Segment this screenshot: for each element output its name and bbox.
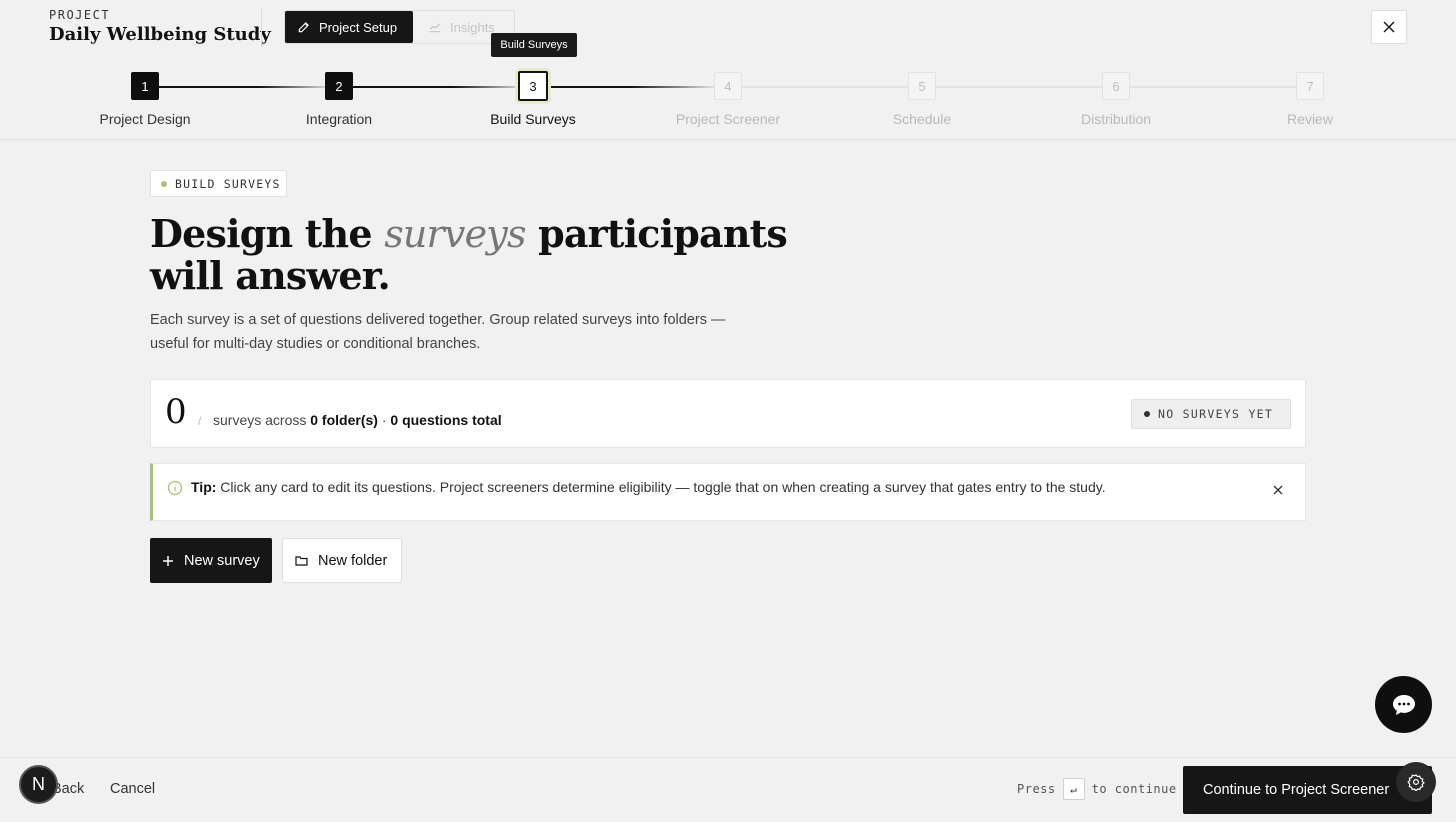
status-badge: NO SURVEYS YET xyxy=(1131,399,1291,429)
close-icon xyxy=(1383,21,1395,33)
info-icon xyxy=(167,480,183,496)
stats-separator: / xyxy=(198,414,202,428)
step-5-marker[interactable]: 5 xyxy=(908,72,936,100)
step-connector xyxy=(936,86,1102,88)
tip-text: Tip: Click any card to edit its question… xyxy=(191,479,1106,495)
progress-stepper: 1 2 3 4 5 6 7 Project Design Integration… xyxy=(0,56,1456,140)
step-2-label[interactable]: Integration xyxy=(306,111,372,127)
enter-key-icon: ↵ xyxy=(1062,778,1085,800)
continue-button[interactable]: Continue to Project Screener xyxy=(1183,766,1432,814)
chat-button[interactable] xyxy=(1375,676,1432,733)
project-label: PROJECT xyxy=(49,8,111,22)
tab-project-setup-label: Project Setup xyxy=(319,19,398,35)
step-4-marker[interactable]: 4 xyxy=(714,72,742,100)
section-badge-label: BUILD SURVEYS xyxy=(175,176,281,191)
step-7-marker[interactable]: 7 xyxy=(1296,72,1324,100)
keyboard-hint: Press ↵ to continue xyxy=(1017,778,1177,800)
step-5-label[interactable]: Schedule xyxy=(893,111,951,127)
tab-insights-label: Insights xyxy=(450,19,495,35)
step-6-marker[interactable]: 6 xyxy=(1102,72,1130,100)
status-badge-label: NO SURVEYS YET xyxy=(1158,407,1274,421)
tab-project-setup[interactable]: Project Setup xyxy=(285,11,413,43)
stats-summary: surveys across 0 folder(s) · 0 questions… xyxy=(213,412,502,428)
pencil-icon xyxy=(298,22,309,33)
step-6-label[interactable]: Distribution xyxy=(1081,111,1151,127)
plus-icon xyxy=(163,555,173,566)
stats-sep: · xyxy=(377,412,391,428)
page-title: Design the surveys participants will ans… xyxy=(150,213,850,297)
tip-body: Click any card to edit its questions. Pr… xyxy=(216,479,1106,495)
stats-summary-pre: surveys across xyxy=(213,412,311,428)
cancel-button[interactable]: Cancel xyxy=(110,781,155,797)
status-dot xyxy=(161,180,167,187)
project-title: Daily Wellbeing Study xyxy=(49,24,271,45)
tab-insights[interactable]: Insights xyxy=(428,11,495,43)
page-title-pre: Design the xyxy=(150,211,385,256)
new-folder-button[interactable]: New folder xyxy=(282,538,402,583)
step-7-label[interactable]: Review xyxy=(1287,111,1333,127)
step-connector xyxy=(353,86,519,88)
top-header: PROJECT Daily Wellbeing Study Project Se… xyxy=(0,0,1456,57)
settings-button[interactable] xyxy=(1396,762,1436,802)
step-tooltip: Build Surveys xyxy=(491,33,577,57)
tip-label: Tip: xyxy=(191,479,217,495)
status-dot xyxy=(1144,411,1150,417)
new-folder-label: New folder xyxy=(318,552,388,569)
step-3-marker[interactable]: 3 xyxy=(518,71,548,101)
stats-folders: 0 folder(s) xyxy=(310,412,378,428)
chat-icon xyxy=(1392,694,1415,715)
survey-stats-card: 0 / surveys across 0 folder(s) · 0 quest… xyxy=(150,379,1306,448)
page-title-emphasis: surveys xyxy=(384,212,526,256)
new-survey-button[interactable]: New survey xyxy=(150,538,272,583)
new-survey-label: New survey xyxy=(184,552,260,569)
header-divider xyxy=(261,8,262,48)
step-1-label[interactable]: Project Design xyxy=(99,111,190,127)
step-3-label[interactable]: Build Surveys xyxy=(490,111,576,127)
step-connector xyxy=(159,86,325,88)
step-4-label[interactable]: Project Screener xyxy=(676,111,780,127)
tip-banner: Tip: Click any card to edit its question… xyxy=(150,463,1306,521)
keyboard-hint-press: Press xyxy=(1017,782,1056,796)
close-button[interactable] xyxy=(1371,10,1407,44)
step-connector xyxy=(548,86,714,88)
close-icon[interactable] xyxy=(1273,485,1283,495)
step-1-marker[interactable]: 1 xyxy=(131,72,159,100)
folder-icon xyxy=(295,555,308,566)
keyboard-hint-continue: to continue xyxy=(1091,782,1177,796)
survey-count: 0 xyxy=(165,392,187,432)
stats-questions: 0 questions total xyxy=(390,412,502,428)
avatar[interactable]: N xyxy=(19,765,58,804)
chart-line-icon xyxy=(429,23,441,33)
step-connector xyxy=(742,86,908,88)
gear-icon xyxy=(1407,774,1425,791)
section-badge: BUILD SURVEYS xyxy=(150,170,287,197)
step-2-marker[interactable]: 2 xyxy=(325,72,353,100)
page-description: Each survey is a set of questions delive… xyxy=(150,312,726,352)
step-connector xyxy=(1130,86,1296,88)
